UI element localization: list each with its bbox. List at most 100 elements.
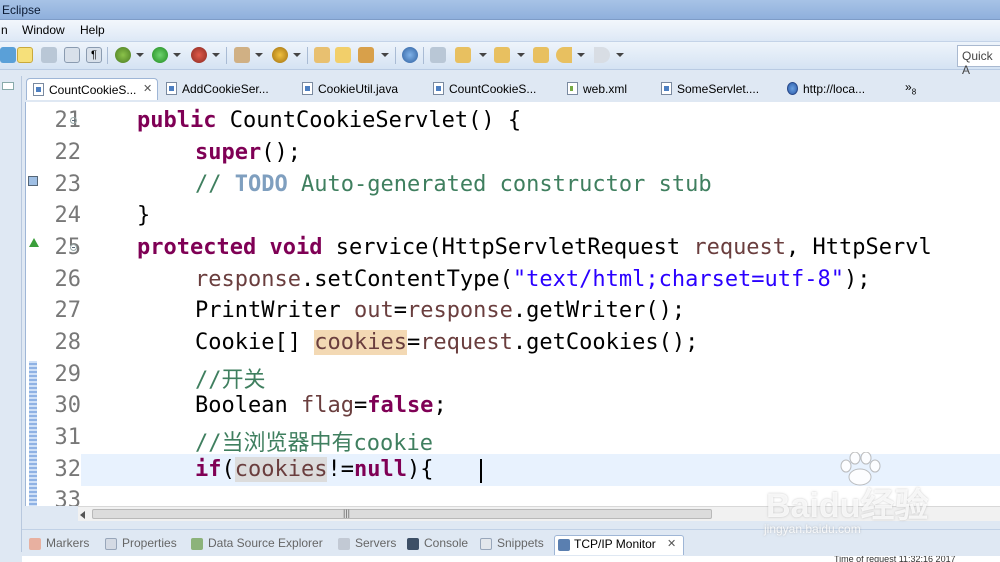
debug-icon[interactable]	[115, 47, 131, 63]
code-text: );	[844, 267, 871, 292]
view-tab-label: Data Source Explorer	[208, 536, 323, 550]
text-caret	[480, 459, 482, 483]
editor-tab-web-xml[interactable]: web.xml	[561, 78, 651, 100]
code-text: CountCookieServlet() {	[216, 108, 522, 133]
quick-access-placeholder: Quick A	[962, 49, 993, 77]
code-line-28: Cookie[] cookies=request.getCookies();	[195, 330, 698, 355]
new-java-icon[interactable]	[272, 47, 288, 63]
pen-dropdown-icon[interactable]	[381, 52, 389, 60]
view-tab-console[interactable]: Console	[407, 535, 473, 555]
minimized-view-stack	[0, 76, 22, 552]
edit-mode-icon[interactable]	[17, 47, 33, 63]
scroll-thumb[interactable]: |||	[92, 508, 712, 519]
back-dropdown-icon[interactable]	[577, 52, 585, 60]
editor-tab-browser[interactable]: http://loca...	[781, 78, 899, 100]
back-icon[interactable]	[556, 47, 572, 63]
toggle-block-icon[interactable]	[64, 47, 80, 63]
external-tools-icon[interactable]	[234, 47, 250, 63]
code-text: .getWriter();	[512, 298, 686, 323]
new-wizard-icon[interactable]	[0, 47, 16, 63]
line-number: 27	[54, 298, 82, 323]
code-text: =	[406, 330, 421, 355]
editor-tab-addcookieservlet[interactable]: AddCookieSer...	[160, 78, 292, 100]
line-number: 26	[54, 267, 82, 292]
editor-tab-countcookieservlet-2[interactable]: CountCookieS...	[427, 78, 557, 100]
annotation-dropdown-icon[interactable]	[479, 52, 487, 60]
fold-collapse-icon[interactable]	[70, 117, 77, 124]
quick-access-input[interactable]: Quick A	[957, 45, 1000, 77]
view-tab-properties[interactable]: Properties	[105, 535, 185, 555]
new-java-dropdown-icon[interactable]	[293, 52, 301, 60]
tab-overflow-button[interactable]: »8	[905, 80, 916, 96]
scroll-left-icon[interactable]	[80, 511, 85, 519]
restore-icon[interactable]	[2, 82, 14, 90]
tab-label: CountCookieS...	[449, 82, 537, 96]
open-type-icon[interactable]	[335, 47, 351, 63]
comment: //当浏览器中有cookie	[195, 431, 433, 456]
web-browser-icon	[787, 82, 798, 95]
line-number: 31	[54, 425, 82, 450]
horizontal-scrollbar[interactable]: |||	[78, 506, 1000, 521]
servers-icon	[338, 538, 350, 550]
comment: //	[195, 172, 235, 197]
forward-dropdown-icon[interactable]	[616, 52, 624, 60]
last-edit-dropdown-icon[interactable]	[517, 52, 525, 60]
keyword: null	[353, 457, 407, 482]
close-icon[interactable]: ✕	[667, 537, 676, 550]
show-whitespace-icon[interactable]: ¶	[86, 47, 102, 63]
forward-icon[interactable]	[594, 47, 610, 63]
menu-window[interactable]: Window	[22, 23, 65, 37]
override-marker-icon[interactable]	[29, 238, 39, 247]
code-line-24: }	[137, 203, 150, 228]
java-file-icon	[433, 82, 444, 95]
code-text: ){	[406, 457, 434, 482]
select-icon[interactable]	[41, 47, 57, 63]
prev-annotation-icon[interactable]	[455, 47, 471, 63]
run-dropdown-icon[interactable]	[173, 52, 181, 60]
view-tab-markers[interactable]: Markers	[29, 535, 101, 555]
menu-help[interactable]: Help	[80, 23, 105, 37]
code-line-31: //当浏览器中有cookie	[195, 425, 433, 457]
string-literal: "text/html;charset=utf-8"	[512, 267, 845, 292]
editor-tab-cookieutil[interactable]: CookieUtil.java	[296, 78, 426, 100]
keyword: protected	[137, 235, 257, 260]
profile-icon[interactable]	[191, 47, 207, 63]
window-title: Eclipse	[2, 3, 41, 17]
view-tab-servers[interactable]: Servers	[338, 535, 400, 555]
pen-icon[interactable]	[358, 47, 374, 63]
code-text: .getCookies();	[512, 330, 699, 355]
java-file-icon	[33, 83, 44, 96]
debug-dropdown-icon[interactable]	[136, 52, 144, 60]
code-line-32: if(cookies!=null){	[195, 457, 433, 482]
view-tab-tcpip-monitor[interactable]: TCP/IP Monitor ✕	[554, 535, 684, 555]
code-editor[interactable]: 21 22 23 24 25 26 27 28 29 30 31 32 33 p…	[25, 102, 1000, 506]
view-tab-snippets[interactable]: Snippets	[480, 535, 550, 555]
view-tab-label: Properties	[122, 536, 177, 550]
menu-run[interactable]: n	[1, 23, 8, 37]
variable: response	[406, 298, 513, 323]
view-tab-data-source-explorer[interactable]: Data Source Explorer	[191, 535, 331, 555]
editor-tab-countcookieservlet[interactable]: CountCookieS... ✕	[26, 78, 158, 100]
code-text: =	[393, 298, 407, 323]
external-tools-dropdown-icon[interactable]	[255, 52, 263, 60]
next-annotation-icon[interactable]	[430, 47, 446, 63]
code-text: ;	[433, 393, 447, 418]
search-icon[interactable]	[402, 47, 418, 63]
menu-bar: n Window Help	[0, 20, 1000, 42]
line-number: 23	[54, 172, 82, 197]
run-icon[interactable]	[152, 47, 168, 63]
close-icon[interactable]: ✕	[143, 82, 152, 95]
history-icon[interactable]	[533, 47, 549, 63]
variable-occurrence: cookies	[314, 330, 407, 355]
tab-label: AddCookieSer...	[182, 82, 269, 96]
profile-dropdown-icon[interactable]	[212, 52, 220, 60]
last-edit-icon[interactable]	[494, 47, 510, 63]
variable: response	[195, 267, 301, 292]
editor-tab-someservlet[interactable]: SomeServlet....	[655, 78, 783, 100]
line-number: 24	[54, 203, 82, 228]
task-marker-icon[interactable]	[28, 176, 38, 186]
chevron-right-icon: »	[905, 80, 912, 94]
new-package-icon[interactable]	[314, 47, 330, 63]
fold-collapse-icon[interactable]	[70, 244, 77, 251]
variable: flag	[300, 393, 354, 418]
